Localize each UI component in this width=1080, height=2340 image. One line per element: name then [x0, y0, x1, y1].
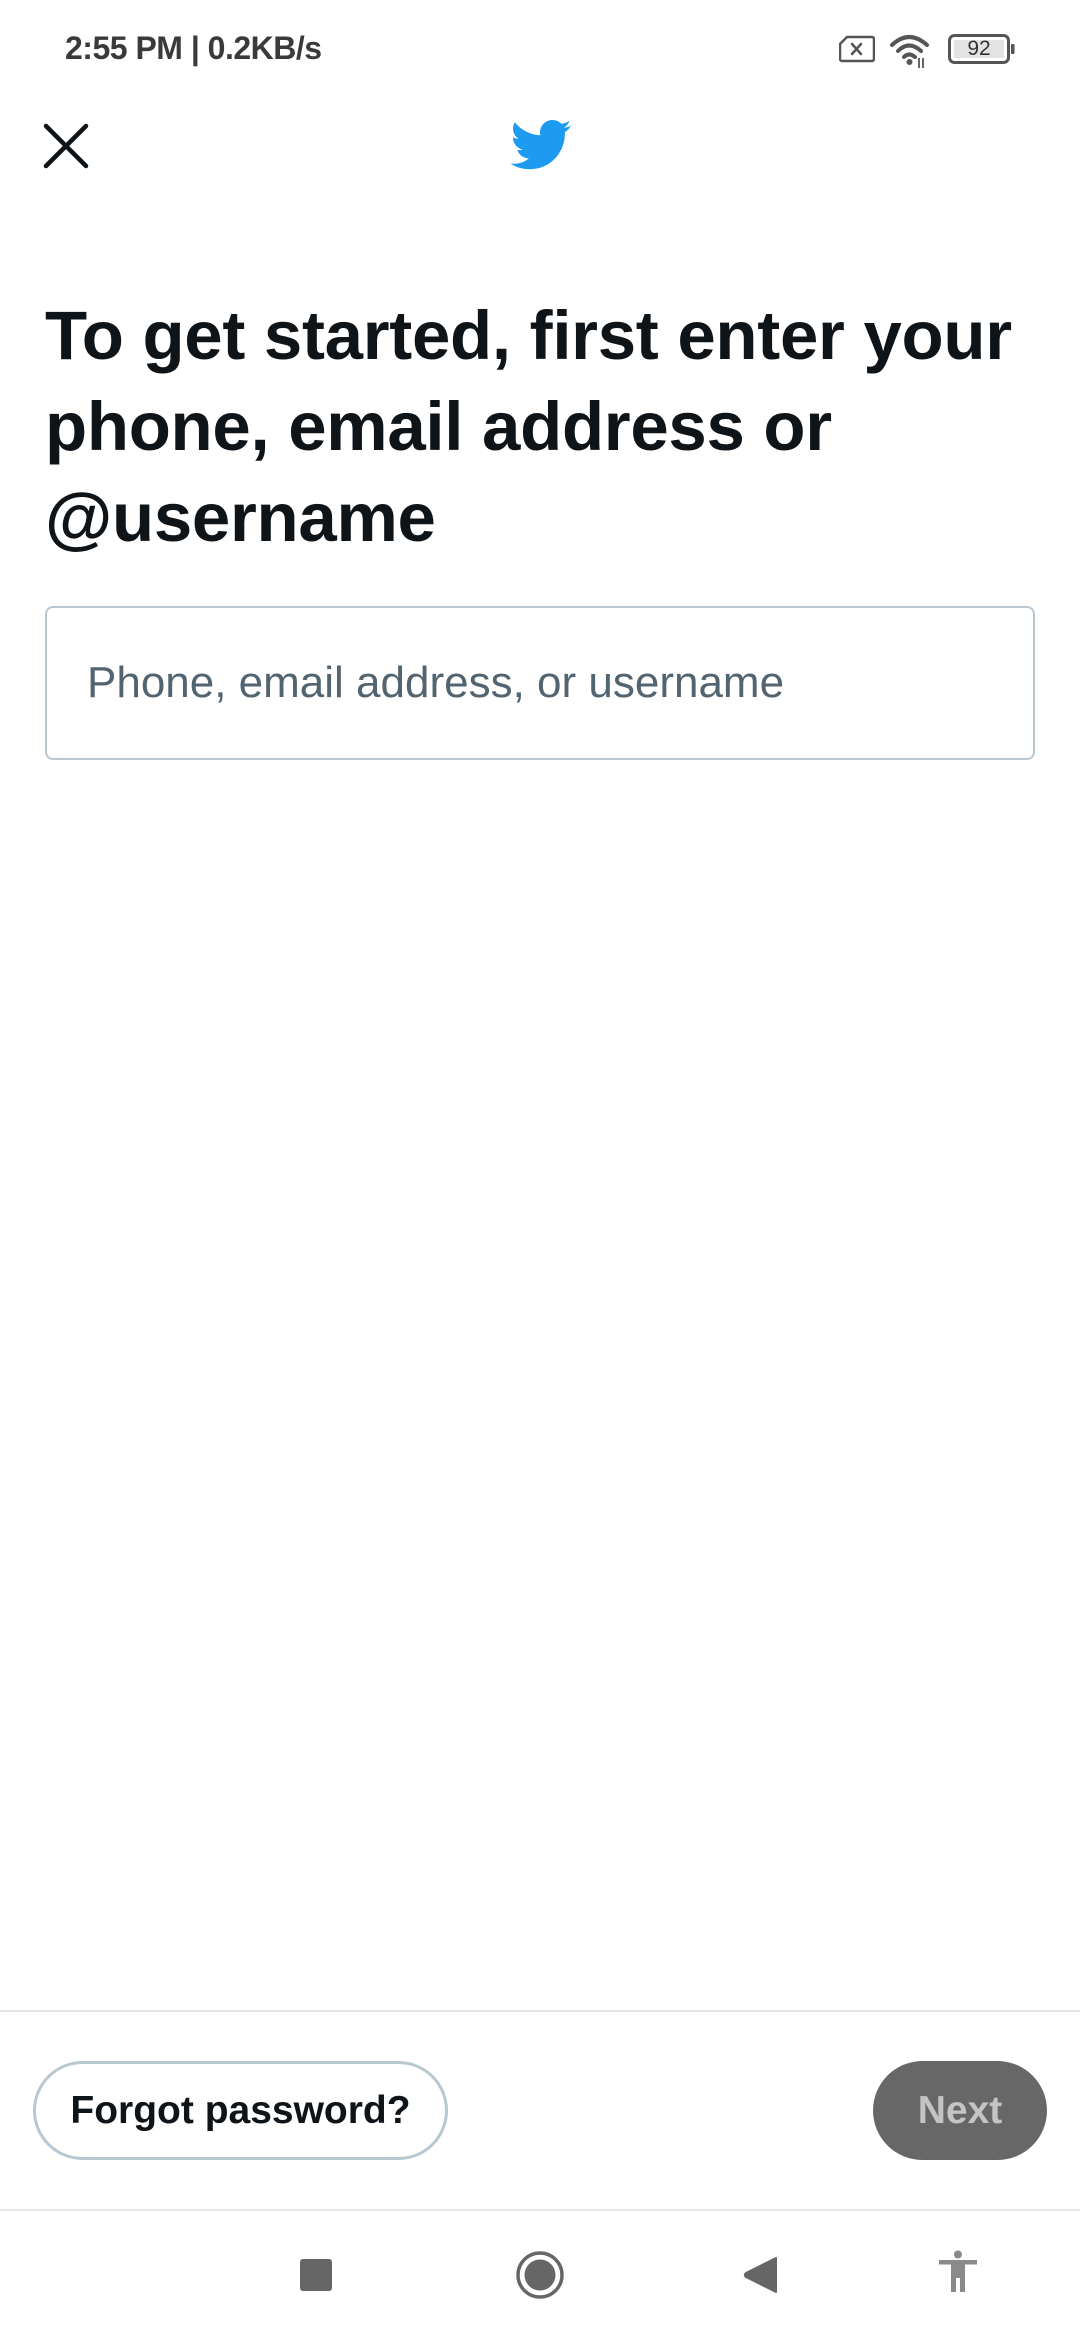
close-icon — [43, 123, 89, 169]
recents-icon[interactable] — [300, 2259, 332, 2291]
back-icon[interactable] — [742, 2256, 778, 2294]
status-time-network-speed: 2:55 PM | 0.2KB/s — [65, 30, 322, 66]
identifier-input[interactable] — [87, 608, 987, 758]
footer-divider — [0, 2010, 1080, 2012]
battery-level: 92 — [967, 37, 991, 60]
identifier-field[interactable] — [45, 606, 1035, 760]
twitter-bird-icon — [510, 120, 572, 170]
no-sim-icon — [839, 35, 875, 63]
page-title: To get started, first enter your phone, … — [45, 297, 1012, 556]
wifi-icon — [890, 35, 929, 68]
close-button[interactable] — [30, 110, 102, 182]
next-button[interactable]: Next — [873, 2061, 1047, 2160]
battery-icon: 92 — [948, 34, 1016, 64]
accessibility-icon[interactable] — [936, 2250, 980, 2294]
forgot-password-button[interactable]: Forgot password? — [33, 2061, 448, 2160]
home-icon[interactable] — [516, 2251, 564, 2299]
nav-divider — [0, 2209, 1080, 2211]
